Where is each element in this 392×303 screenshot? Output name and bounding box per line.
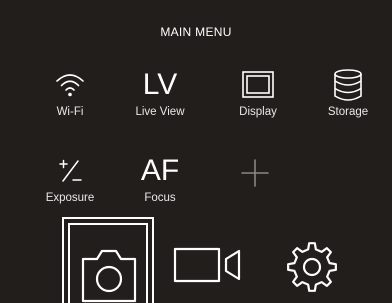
menu-item-label: Live View [135,106,185,118]
mode-photo-button[interactable] [62,217,154,303]
menu-item-focus[interactable]: AF Focus [128,152,192,205]
exposure-icon [59,159,82,182]
menu-title: MAIN MENU [160,25,232,39]
menu-item-label: Storage [327,106,369,118]
menu-item-label: Display [239,106,277,118]
camera-icon [81,249,137,303]
menu-item-wifi[interactable]: Wi-Fi [38,66,102,118]
menu-item-display[interactable]: Display [226,66,290,118]
gear-icon [287,242,337,292]
menu-item-exposure[interactable]: Exposure [38,152,102,204]
mode-settings-button[interactable] [285,240,339,299]
menu-item-live-view[interactable]: LV Live View [128,66,192,119]
focus-glyph: AF [140,154,180,187]
wifi-icon [56,74,84,97]
display-icon [242,71,274,98]
live-view-glyph: LV [142,68,178,101]
storage-icon [334,69,362,101]
menu-item-label: Focus [144,192,176,204]
mode-video-button[interactable] [173,245,249,290]
video-camera-icon [173,247,241,283]
menu-item-storage[interactable]: Storage [316,66,380,118]
menu-item-label: Wi-Fi [56,106,84,118]
plus-icon[interactable] [240,158,270,188]
menu-item-label: Exposure [45,192,95,204]
